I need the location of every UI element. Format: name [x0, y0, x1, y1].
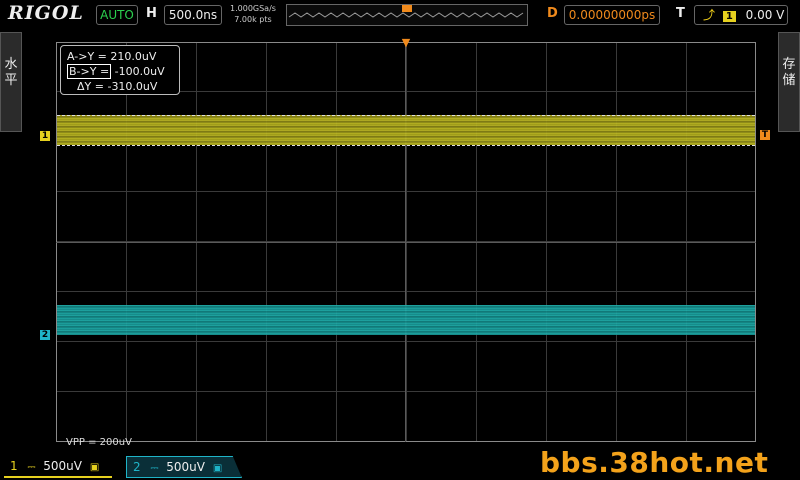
channel-1-scale: 500uV [43, 459, 82, 473]
center-horizontal-axis [56, 242, 756, 243]
bandwidth-icon: ▣ [212, 463, 223, 474]
watermark-text: bbs.38hot.net [540, 446, 769, 479]
dc-coupling-icon: ⎓ [150, 463, 159, 474]
channel-1-offset-marker[interactable]: 1 [40, 131, 50, 141]
trigger-position-icon[interactable]: ▼ [400, 36, 412, 50]
channel-1-trace [57, 115, 755, 145]
trigger-settings[interactable]: ⤴ 1 0.00 V [694, 5, 788, 25]
top-status-bar: RIGOL AUTO H 500.0ns 1.000GSa/s 7.00k pt… [0, 0, 800, 30]
sample-info: 1.000GSa/s 7.00k pts [230, 3, 276, 25]
cursor-a-line[interactable] [57, 115, 755, 116]
cursor-delta-value: -310.0uV [107, 80, 158, 93]
trigger-label: T [676, 6, 685, 21]
cursor-b-line[interactable] [57, 145, 755, 146]
channel-2-tab[interactable]: 2 ⎓ 500uV ▣ [126, 456, 242, 478]
memory-wave-icon [288, 5, 524, 18]
trigger-level-marker[interactable]: T [760, 130, 770, 140]
sample-rate: 1.000GSa/s [230, 4, 276, 13]
cursor-a-value: 210.0uV [110, 50, 157, 63]
timebase-value[interactable]: 500.0ns [164, 5, 222, 25]
vpp-measurement: VPP = 200uV [66, 437, 132, 448]
channel-1-number: 1 [10, 459, 18, 473]
channel-2-number: 2 [133, 460, 141, 474]
rising-edge-icon: ⤴ [703, 8, 716, 22]
channel-2-offset-marker[interactable]: 2 [40, 330, 50, 340]
brand-logo: RIGOL [8, 2, 84, 24]
memory-overview [286, 4, 528, 26]
channel-1-tab[interactable]: 1 ⎓ 500uV ▣ [4, 456, 112, 478]
horizontal-menu-tab[interactable]: 水 平 [0, 32, 22, 132]
memory-depth: 7.00k pts [234, 15, 272, 24]
cursor-delta-label: ΔY = [77, 80, 104, 93]
horizontal-label: H [146, 6, 157, 21]
delay-value[interactable]: 0.00000000ps [564, 5, 660, 25]
channel-2-trace [57, 305, 755, 335]
channel-2-scale: 500uV [166, 460, 205, 474]
cursor-a-label: A->Y = [67, 50, 107, 63]
bandwidth-icon: ▣ [89, 462, 100, 473]
delay-label: D [547, 6, 558, 21]
dc-coupling-icon: ⎓ [27, 462, 36, 473]
run-status-button[interactable]: AUTO [96, 5, 138, 25]
storage-menu-tab[interactable]: 存 储 [778, 32, 800, 132]
trigger-source-badge: 1 [722, 11, 736, 22]
trigger-level: 0.00 V [745, 8, 785, 22]
cursor-readout: A->Y = 210.0uV B->Y = -100.0uV ΔY = -310… [60, 45, 180, 95]
cursor-b-label: B->Y = [67, 64, 112, 79]
cursor-b-value: -100.0uV [114, 65, 165, 78]
